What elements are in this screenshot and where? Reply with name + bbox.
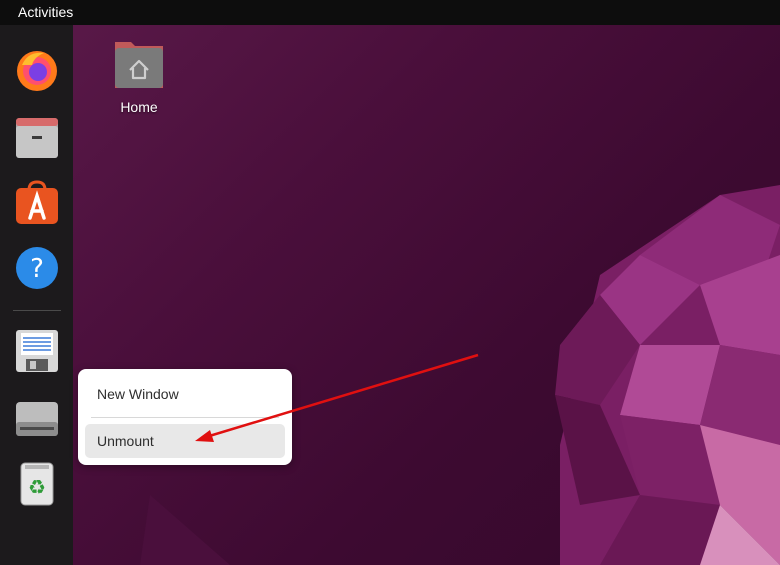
dock-separator: [13, 310, 61, 311]
dock-item-trash[interactable]: ♻: [13, 459, 61, 507]
trash-icon: ♻: [20, 462, 54, 506]
files-icon: [16, 118, 58, 158]
floppy-disk-icon: [16, 330, 58, 372]
home-folder-icon: [115, 42, 163, 88]
top-bar: Activities: [0, 0, 780, 25]
dock-item-software[interactable]: [13, 179, 61, 227]
context-menu: New Window Unmount: [78, 369, 292, 465]
desktop-icon-label: Home: [120, 99, 158, 115]
dock-item-firefox[interactable]: [13, 46, 61, 94]
software-store-icon: [16, 180, 58, 224]
dock-item-floppy[interactable]: [13, 327, 61, 375]
dock-item-files[interactable]: [13, 114, 61, 162]
activities-button[interactable]: Activities: [18, 4, 73, 20]
svg-text:?: ?: [30, 254, 44, 284]
dock: ? ♻: [0, 25, 73, 565]
menu-item-unmount[interactable]: Unmount: [85, 424, 285, 458]
dock-item-drive[interactable]: [13, 394, 61, 442]
firefox-icon: [17, 51, 57, 91]
desktop-icon-home[interactable]: Home: [103, 36, 175, 115]
menu-item-new-window[interactable]: New Window: [85, 377, 285, 411]
drive-icon: [16, 402, 58, 436]
help-icon: ?: [16, 247, 58, 289]
svg-text:♻: ♻: [28, 475, 46, 499]
dock-item-help[interactable]: ?: [13, 244, 61, 292]
menu-separator: [91, 417, 279, 418]
